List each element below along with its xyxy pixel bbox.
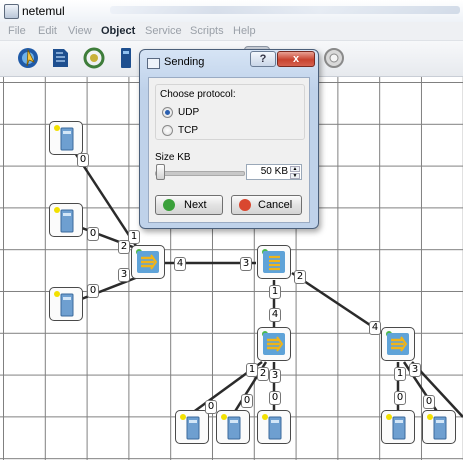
computer-node[interactable] <box>49 121 83 155</box>
menu-object[interactable]: Object <box>101 25 135 37</box>
size-slider-handle[interactable] <box>156 164 165 180</box>
switch-node[interactable] <box>131 245 165 279</box>
port-label: 4 <box>269 308 281 322</box>
port-label: 1 <box>269 285 281 299</box>
sending-dialog: Sending ? x Choose protocol: UDP TCP Siz… <box>139 49 319 229</box>
dialog-window-icon <box>147 58 160 69</box>
menu-scripts[interactable]: Scripts <box>190 25 224 37</box>
port-label: 4 <box>369 321 381 335</box>
menu-help[interactable]: Help <box>233 25 256 37</box>
next-button-label: Next <box>184 199 207 211</box>
menu-file[interactable]: File <box>8 25 26 37</box>
check-icon <box>163 199 175 211</box>
switch-node[interactable] <box>257 327 291 361</box>
cancel-icon <box>239 199 251 211</box>
menu-edit[interactable]: Edit <box>38 25 57 37</box>
size-value: 50 KB <box>260 166 288 177</box>
spin-up-icon[interactable]: ▲ <box>290 166 300 172</box>
port-label: 2 <box>118 240 130 254</box>
port-label: 1 <box>394 367 406 381</box>
help-button[interactable]: ? <box>250 51 276 67</box>
port-label: 3 <box>409 363 421 377</box>
pointer-globe-icon[interactable] <box>16 46 40 70</box>
dialog-title: Sending <box>164 56 205 68</box>
protocol-group: Choose protocol: UDP TCP <box>155 84 305 140</box>
computer-node[interactable] <box>49 287 83 321</box>
port-label: 0 <box>423 395 435 409</box>
settings-icon[interactable] <box>322 46 346 70</box>
tcp-radio[interactable] <box>162 125 173 136</box>
dialog-body: Choose protocol: UDP TCP Size KB 50 KB ▲… <box>148 77 310 223</box>
note-icon[interactable] <box>48 46 72 70</box>
port-label: 0 <box>87 227 99 241</box>
close-button[interactable]: x <box>277 51 315 67</box>
protocol-label: Choose protocol: <box>160 89 236 100</box>
next-button[interactable]: Next <box>155 195 223 215</box>
port-label: 3 <box>240 257 252 271</box>
computer-node[interactable] <box>175 410 209 444</box>
menu-view[interactable]: View <box>68 25 92 37</box>
computer-node[interactable] <box>257 410 291 444</box>
hub-node[interactable] <box>257 245 291 279</box>
menu-service[interactable]: Service <box>145 25 182 37</box>
switch-node[interactable] <box>381 327 415 361</box>
port-label: 0 <box>205 400 217 414</box>
title-bar: netemul <box>0 0 463 23</box>
cancel-button-label: Cancel <box>258 199 293 211</box>
computer-node[interactable] <box>216 410 250 444</box>
tcp-radio-label[interactable]: TCP <box>178 125 198 136</box>
udp-radio-label[interactable]: UDP <box>178 107 199 118</box>
cable-icon[interactable] <box>82 46 106 70</box>
port-label: 2 <box>294 270 306 284</box>
computer-node[interactable] <box>381 410 415 444</box>
port-label: 0 <box>87 284 99 298</box>
size-label: Size KB <box>155 152 191 163</box>
port-label: 0 <box>77 153 89 167</box>
port-label: 2 <box>257 367 269 381</box>
port-label: 0 <box>269 391 281 405</box>
window-title: netemul <box>22 4 65 18</box>
computer-node[interactable] <box>49 203 83 237</box>
port-label: 3 <box>118 268 130 282</box>
port-label: 4 <box>174 257 186 271</box>
cancel-button[interactable]: Cancel <box>231 195 302 215</box>
port-label: 0 <box>241 394 253 408</box>
udp-radio[interactable] <box>162 107 173 118</box>
computer-icon[interactable] <box>114 46 138 70</box>
port-label: 3 <box>269 369 281 383</box>
app-icon <box>4 4 19 19</box>
port-label: 0 <box>394 391 406 405</box>
size-slider[interactable] <box>155 171 245 176</box>
menu-bar: File Edit View Object Service Scripts He… <box>0 22 463 41</box>
size-spinbox[interactable]: 50 KB ▲ ▼ <box>246 164 302 180</box>
computer-node[interactable] <box>422 410 456 444</box>
title-bar-decoration <box>110 6 460 14</box>
spin-down-icon[interactable]: ▼ <box>290 173 300 179</box>
